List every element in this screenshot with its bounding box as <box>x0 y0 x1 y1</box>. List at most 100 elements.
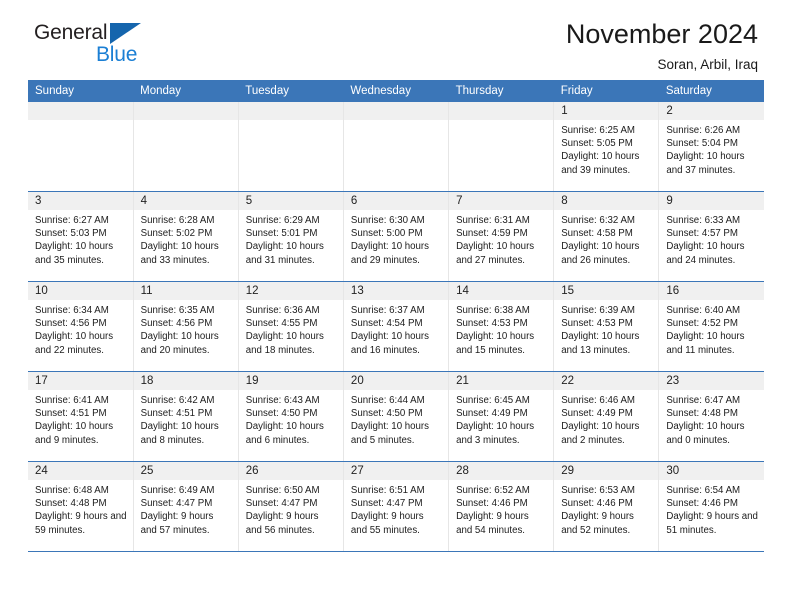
day-sun-info: Sunrise: 6:54 AM Sunset: 4:46 PM Daylight:… <box>659 480 764 537</box>
day-sun-info: Sunrise: 6:38 AM Sunset: 4:53 PM Daylight:… <box>449 300 553 357</box>
sunrise-text: Sunrise: 6:38 AM <box>456 305 530 316</box>
sunrise-text: Sunrise: 6:33 AM <box>666 215 741 226</box>
day-cell-inner: 18 Sunrise: 6:42 AM Sunset: 4:51 PM Dayligh… <box>133 372 238 461</box>
day-cell[interactable]: 3 Sunrise: 6:27 AM Sunset: 5:03 PM Daylight… <box>28 191 134 282</box>
day-number: 12 <box>238 282 343 300</box>
day-cell[interactable]: 22 Sunrise: 6:46 AM Sunset: 4:49 PM Dayligh… <box>553 371 660 462</box>
day-sun-info: Sunrise: 6:49 AM Sunset: 4:47 PM Daylight:… <box>134 480 238 537</box>
day-sun-info: Sunrise: 6:45 AM Sunset: 4:49 PM Daylight:… <box>449 390 553 447</box>
day-cell[interactable]: 16 Sunrise: 6:40 AM Sunset: 4:52 PM Dayligh… <box>658 281 764 372</box>
day-cell[interactable]: 6 Sunrise: 6:30 AM Sunset: 5:00 PM Daylight… <box>343 191 450 282</box>
day-cell[interactable]: 4 Sunrise: 6:28 AM Sunset: 5:02 PM Daylight… <box>133 191 239 282</box>
sunset-text: Sunset: 4:56 PM <box>140 318 213 330</box>
day-number: 25 <box>133 462 238 480</box>
sunset-text: Sunset: 4:53 PM <box>456 318 528 330</box>
day-sun-info: Sunrise: 6:47 AM Sunset: 4:48 PM Daylight:… <box>659 390 764 447</box>
daylight-text: Daylight: 10 hours and 2 minutes. <box>561 421 640 446</box>
daylight-text: Daylight: 10 hours and 20 minutes. <box>140 331 219 356</box>
day-cell[interactable]: 17 Sunrise: 6:41 AM Sunset: 4:51 PM Dayligh… <box>28 371 134 462</box>
day-cell-inner <box>238 102 343 191</box>
day-cell-inner <box>449 102 553 191</box>
day-sun-info: Sunrise: 6:33 AM Sunset: 4:57 PM Daylight:… <box>659 210 764 267</box>
day-number <box>133 102 238 120</box>
sunrise-text: Sunrise: 6:54 AM <box>666 485 741 496</box>
day-cell[interactable]: 28 Sunrise: 6:52 AM Sunset: 4:46 PM Dayligh… <box>448 461 555 552</box>
day-sun-info: Sunrise: 6:31 AM Sunset: 4:59 PM Daylight:… <box>449 210 553 267</box>
day-sun-info: Sunrise: 6:37 AM Sunset: 4:54 PM Daylight:… <box>344 300 448 357</box>
day-cell[interactable]: 13 Sunrise: 6:37 AM Sunset: 4:54 PM Dayligh… <box>343 281 450 372</box>
sunrise-text: Sunrise: 6:25 AM <box>561 125 635 136</box>
day-cell-inner: 12 Sunrise: 6:36 AM Sunset: 4:55 PM Dayligh… <box>238 282 343 371</box>
sunrise-text: Sunrise: 6:40 AM <box>666 305 741 316</box>
sunset-text: Sunset: 4:46 PM <box>666 498 738 510</box>
day-cell-inner: 28 Sunrise: 6:52 AM Sunset: 4:46 PM Dayligh… <box>449 462 553 551</box>
logo-text-general: General <box>34 21 108 44</box>
day-cell[interactable]: 20 Sunrise: 6:44 AM Sunset: 4:50 PM Dayligh… <box>343 371 450 462</box>
sunrise-text: Sunrise: 6:37 AM <box>350 305 425 316</box>
day-sun-info: Sunrise: 6:53 AM Sunset: 4:46 PM Daylight:… <box>554 480 658 537</box>
day-cell[interactable]: 12 Sunrise: 6:36 AM Sunset: 4:55 PM Dayligh… <box>238 281 344 372</box>
sunset-text: Sunset: 4:48 PM <box>35 498 107 510</box>
day-cell[interactable]: 15 Sunrise: 6:39 AM Sunset: 4:53 PM Dayligh… <box>553 281 660 372</box>
daylight-text: Daylight: 10 hours and 31 minutes. <box>245 241 324 266</box>
day-cell-inner <box>133 102 238 191</box>
day-cell-inner: 19 Sunrise: 6:43 AM Sunset: 4:50 PM Dayligh… <box>238 372 343 461</box>
day-cell[interactable]: 25 Sunrise: 6:49 AM Sunset: 4:47 PM Dayligh… <box>133 461 239 552</box>
day-number <box>449 102 553 120</box>
day-cell[interactable]: 30 Sunrise: 6:54 AM Sunset: 4:46 PM Dayligh… <box>658 461 764 552</box>
sunset-text: Sunset: 4:47 PM <box>350 498 423 510</box>
day-cell-inner: 11 Sunrise: 6:35 AM Sunset: 4:56 PM Dayligh… <box>133 282 238 371</box>
sunset-text: Sunset: 5:01 PM <box>245 228 318 240</box>
daylight-text: Daylight: 10 hours and 3 minutes. <box>456 421 535 446</box>
day-cell[interactable]: 24 Sunrise: 6:48 AM Sunset: 4:48 PM Dayligh… <box>28 461 134 552</box>
day-cell[interactable]: 19 Sunrise: 6:43 AM Sunset: 4:50 PM Dayligh… <box>238 371 344 462</box>
day-cell[interactable]: 10 Sunrise: 6:34 AM Sunset: 4:56 PM Dayligh… <box>28 281 134 372</box>
day-cell-empty <box>343 102 450 192</box>
sunrise-text: Sunrise: 6:28 AM <box>140 215 215 226</box>
day-cell[interactable]: 27 Sunrise: 6:51 AM Sunset: 4:47 PM Dayligh… <box>343 461 450 552</box>
day-cell[interactable]: 9 Sunrise: 6:33 AM Sunset: 4:57 PM Daylight… <box>658 191 764 282</box>
day-cell[interactable]: 26 Sunrise: 6:50 AM Sunset: 4:47 PM Dayligh… <box>238 461 344 552</box>
day-number: 19 <box>238 372 343 390</box>
day-number: 11 <box>133 282 238 300</box>
sunset-text: Sunset: 5:00 PM <box>350 228 423 240</box>
page-header: General Blue November 2024 Soran, Arbil,… <box>28 0 764 80</box>
day-sun-info: Sunrise: 6:43 AM Sunset: 4:50 PM Daylight:… <box>239 390 343 447</box>
day-cell[interactable]: 7 Sunrise: 6:31 AM Sunset: 4:59 PM Daylight… <box>448 191 555 282</box>
day-cell[interactable]: 11 Sunrise: 6:35 AM Sunset: 4:56 PM Dayligh… <box>133 281 239 372</box>
day-cell[interactable]: 1 Sunrise: 6:25 AM Sunset: 5:05 PM Daylight… <box>553 102 660 192</box>
day-sun-info: Sunrise: 6:50 AM Sunset: 4:47 PM Daylight:… <box>239 480 343 537</box>
day-sun-info: Sunrise: 6:44 AM Sunset: 4:50 PM Daylight:… <box>344 390 448 447</box>
day-number: 27 <box>343 462 448 480</box>
calendar-week-row: 10 Sunrise: 6:34 AM Sunset: 4:56 PM Dayligh… <box>28 281 764 372</box>
day-number: 1 <box>554 102 658 120</box>
day-cell-inner: 5 Sunrise: 6:29 AM Sunset: 5:01 PM Daylight… <box>238 192 343 281</box>
day-cell[interactable]: 5 Sunrise: 6:29 AM Sunset: 5:01 PM Daylight… <box>238 191 344 282</box>
day-number: 29 <box>554 462 658 480</box>
day-cell[interactable]: 14 Sunrise: 6:38 AM Sunset: 4:53 PM Dayligh… <box>448 281 555 372</box>
day-sun-info: Sunrise: 6:28 AM Sunset: 5:02 PM Daylight:… <box>134 210 238 267</box>
day-cell[interactable]: 21 Sunrise: 6:45 AM Sunset: 4:49 PM Dayligh… <box>448 371 555 462</box>
day-sun-info: Sunrise: 6:41 AM Sunset: 4:51 PM Daylight:… <box>28 390 132 447</box>
day-cell[interactable]: 29 Sunrise: 6:53 AM Sunset: 4:46 PM Dayligh… <box>553 461 660 552</box>
day-sun-info: Sunrise: 6:48 AM Sunset: 4:48 PM Daylight:… <box>28 480 132 537</box>
day-cell-inner: 20 Sunrise: 6:44 AM Sunset: 4:50 PM Dayligh… <box>343 372 448 461</box>
day-cell[interactable]: 18 Sunrise: 6:42 AM Sunset: 4:51 PM Dayligh… <box>133 371 239 462</box>
daylight-text: Daylight: 10 hours and 5 minutes. <box>350 421 430 446</box>
general-blue-logo[interactable]: General Blue <box>34 22 164 74</box>
daylight-text: Daylight: 10 hours and 11 minutes. <box>666 331 745 356</box>
sunrise-text: Sunrise: 6:53 AM <box>561 485 635 496</box>
day-cell[interactable]: 23 Sunrise: 6:47 AM Sunset: 4:48 PM Dayligh… <box>658 371 764 462</box>
day-number: 7 <box>449 192 553 210</box>
daylight-text: Daylight: 10 hours and 15 minutes. <box>456 331 535 356</box>
day-cell-inner: 15 Sunrise: 6:39 AM Sunset: 4:53 PM Dayligh… <box>554 282 658 371</box>
sunset-text: Sunset: 5:03 PM <box>35 228 107 240</box>
day-number <box>343 102 448 120</box>
day-number: 15 <box>554 282 658 300</box>
day-cell[interactable]: 2 Sunrise: 6:26 AM Sunset: 5:04 PM Daylight… <box>658 102 764 192</box>
sunrise-text: Sunrise: 6:48 AM <box>35 485 109 496</box>
day-cell-inner: 25 Sunrise: 6:49 AM Sunset: 4:47 PM Dayligh… <box>133 462 238 551</box>
day-cell-empty <box>28 102 134 192</box>
day-cell-inner: 2 Sunrise: 6:26 AM Sunset: 5:04 PM Daylight… <box>659 102 764 191</box>
day-cell[interactable]: 8 Sunrise: 6:32 AM Sunset: 4:58 PM Daylight… <box>553 191 660 282</box>
